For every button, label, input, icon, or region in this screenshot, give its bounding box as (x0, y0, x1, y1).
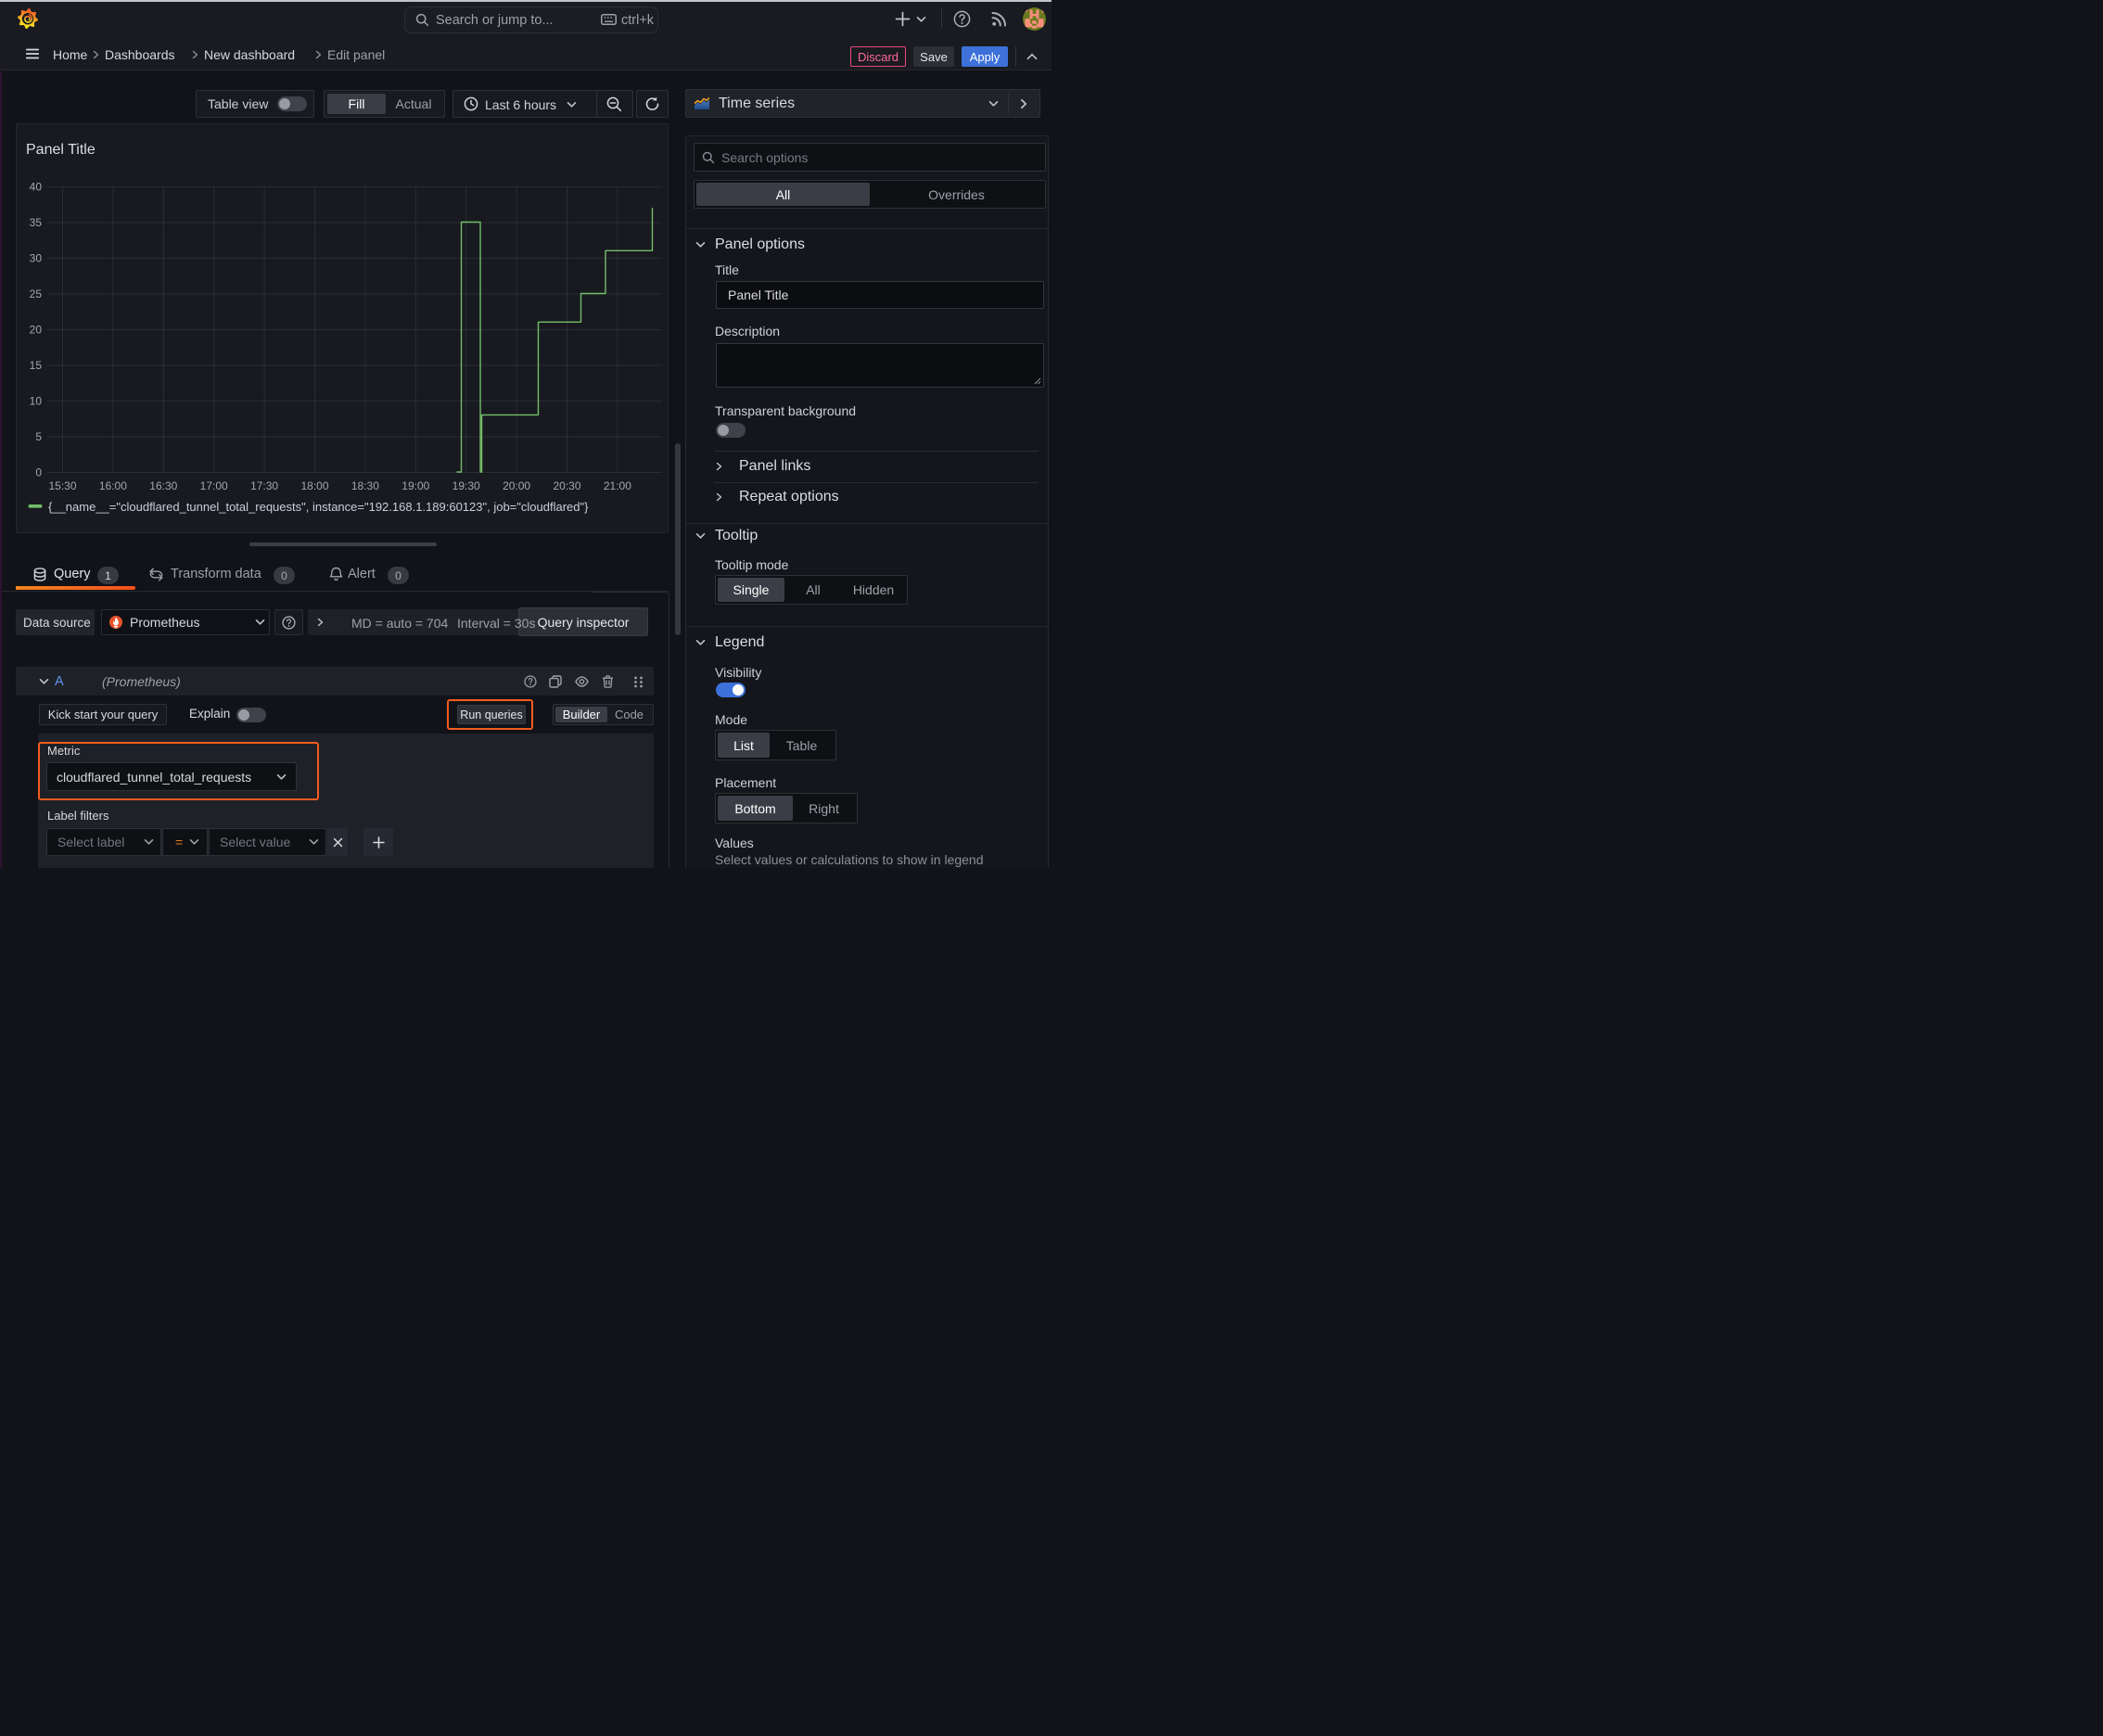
svg-text:30: 30 (30, 252, 43, 265)
svg-text:21:00: 21:00 (604, 479, 631, 492)
svg-text:17:00: 17:00 (200, 479, 228, 492)
svg-text:35: 35 (30, 216, 43, 229)
svg-text:0: 0 (35, 466, 42, 479)
svg-text:18:00: 18:00 (300, 479, 328, 492)
svg-text:19:30: 19:30 (452, 479, 480, 492)
svg-text:25: 25 (30, 287, 43, 300)
svg-text:{__name__="cloudflared_tunnel_: {__name__="cloudflared_tunnel_total_requ… (48, 500, 589, 514)
svg-text:20:00: 20:00 (503, 479, 530, 492)
svg-text:10: 10 (30, 395, 43, 408)
svg-text:15: 15 (30, 359, 43, 372)
svg-text:16:30: 16:30 (149, 479, 177, 492)
svg-text:18:30: 18:30 (351, 479, 379, 492)
svg-text:20:30: 20:30 (553, 479, 580, 492)
svg-text:17:30: 17:30 (250, 479, 278, 492)
svg-text:16:00: 16:00 (99, 479, 127, 492)
svg-text:5: 5 (35, 430, 42, 443)
svg-text:40: 40 (30, 181, 43, 194)
svg-text:20: 20 (30, 324, 43, 337)
svg-text:19:00: 19:00 (401, 479, 429, 492)
svg-text:15:30: 15:30 (48, 479, 76, 492)
